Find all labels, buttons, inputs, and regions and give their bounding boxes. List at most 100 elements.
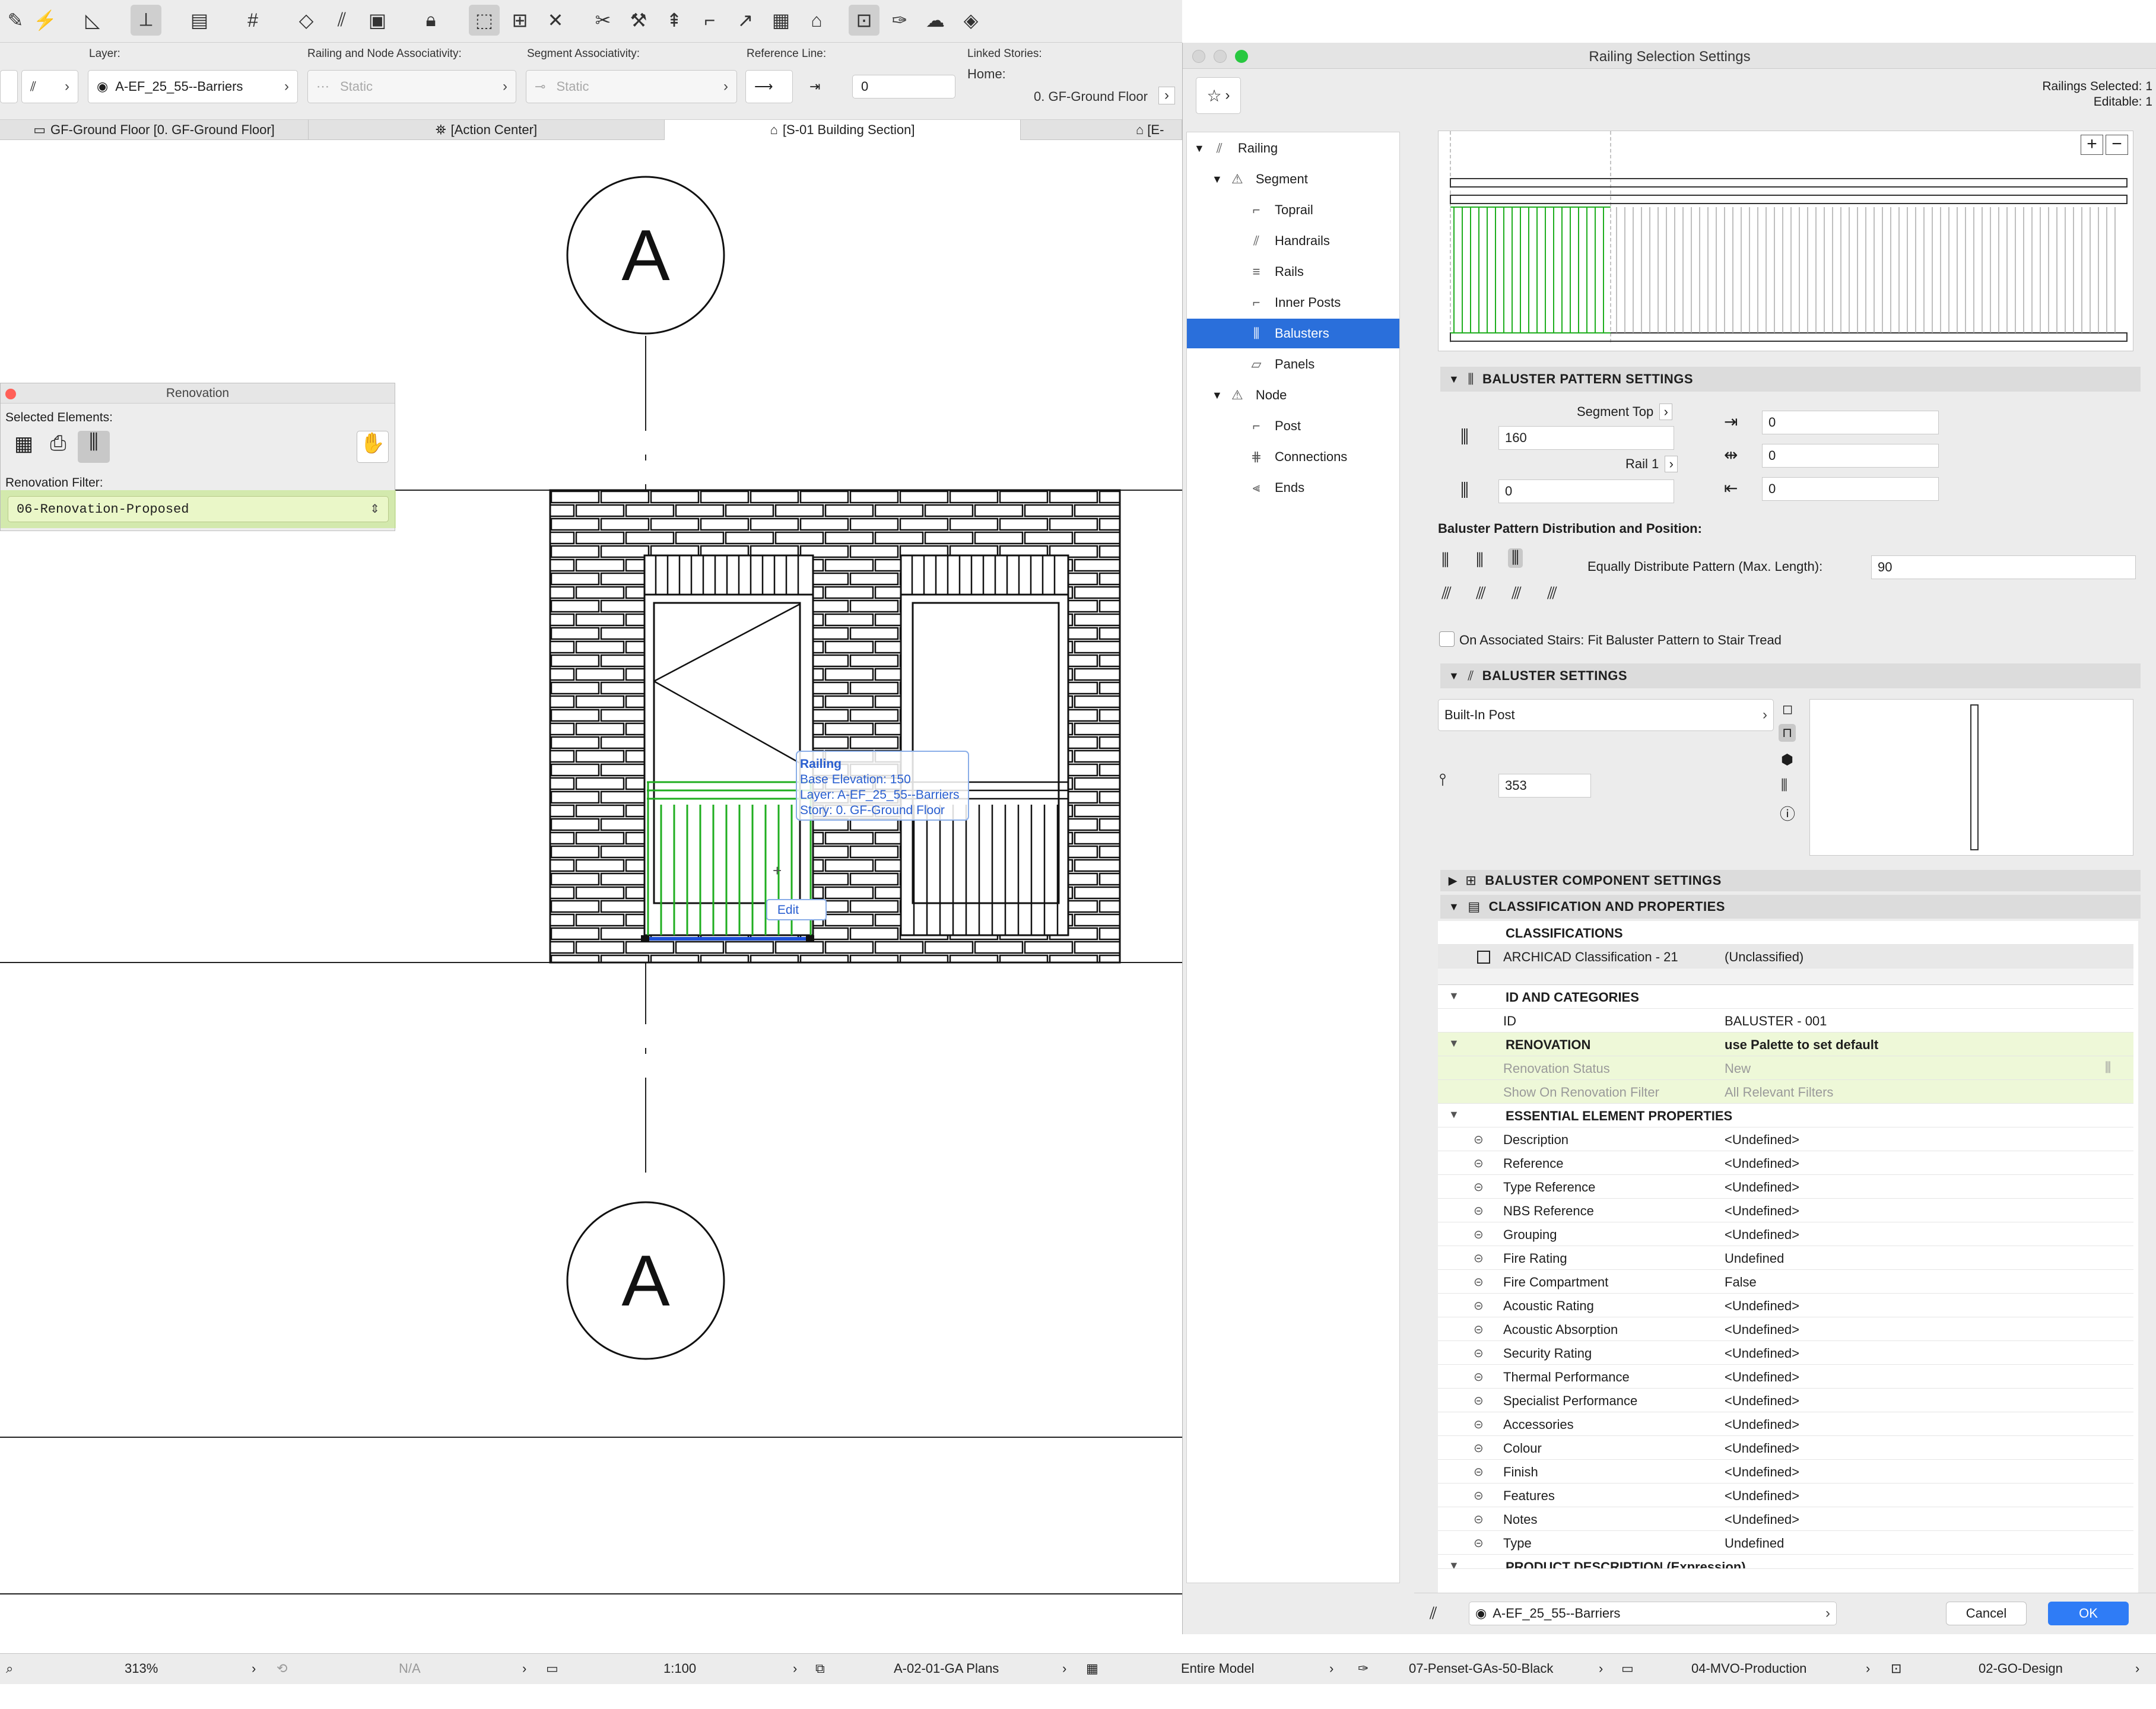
distribute-fixed-icon[interactable]: ⫼ — [1476, 551, 1484, 570]
tree-item-toprail[interactable]: ⌐ Toprail — [1246, 195, 1313, 225]
property-row[interactable]: ⊝ Thermal Performance <Undefined> — [1438, 1365, 2133, 1389]
view-section-icon[interactable]: ⫼ — [1781, 777, 1787, 794]
baluster-settings-header[interactable]: ▼ ⫽ BALUSTER SETTINGS — [1440, 663, 2141, 688]
equally-distribute-input[interactable]: 90 — [1871, 555, 2136, 579]
guide-icon[interactable]: ▤ — [184, 5, 215, 36]
renovation-row[interactable]: ▼ RENOVATION use Palette to set default — [1438, 1033, 2133, 1056]
pattern-settings-header[interactable]: ▼ ⫼ BALUSTER PATTERN SETTINGS — [1440, 367, 2141, 392]
orientation-icon[interactable]: ⟲ — [277, 1661, 287, 1676]
chevron-right-icon[interactable]: › — [793, 1661, 797, 1676]
classification-checkbox[interactable] — [1477, 951, 1490, 964]
zoom-value[interactable]: 313% — [125, 1661, 158, 1676]
tab-building-section[interactable]: ⌂ [S-01 Building Section] — [665, 120, 1021, 140]
home-value[interactable]: 0. GF-Ground Floor — [1034, 89, 1148, 104]
info-icon[interactable]: ⓘ — [1780, 802, 1795, 824]
layer-combo-value[interactable]: A-02-01-GA Plans — [894, 1661, 999, 1676]
distribute-equal-icon[interactable]: ⫼ — [1508, 548, 1523, 568]
house-icon[interactable]: ⌂ — [801, 5, 832, 36]
chevron-right-icon[interactable]: › — [252, 1661, 256, 1676]
property-row[interactable]: ⊝ Fire Rating Undefined — [1438, 1246, 2133, 1270]
offset-end-input[interactable]: 0 — [1762, 477, 1939, 501]
pen-icon[interactable]: ✑ — [1358, 1661, 1368, 1676]
footer-layer-select[interactable]: ◉ A-EF_25_55--Barriers › — [1469, 1602, 1837, 1625]
view-plan-icon[interactable]: ◻ — [1782, 701, 1793, 717]
chevron-right-icon[interactable]: › — [1062, 1661, 1066, 1676]
offset-start-input[interactable]: 0 — [1762, 411, 1939, 434]
zoom-icon[interactable]: ⌕ — [6, 1661, 13, 1676]
property-row[interactable]: ⊝ Notes <Undefined> — [1438, 1507, 2133, 1531]
tree-item-rails[interactable]: ≡ Rails — [1246, 257, 1304, 287]
grid-icon[interactable]: # — [237, 5, 268, 36]
pen-icon[interactable]: ✑ — [884, 5, 915, 36]
refline-direction-button[interactable]: ⟶ — [745, 70, 793, 103]
toggle-button[interactable] — [0, 70, 18, 103]
property-row[interactable]: ⊝ Reference <Undefined> — [1438, 1151, 2133, 1175]
scale-icon[interactable]: ▭ — [546, 1661, 558, 1676]
selection-icon[interactable]: ⊡ — [849, 5, 879, 36]
renovation-filter-row[interactable]: Show On Renovation Filter All Relevant Fi… — [1438, 1080, 2133, 1104]
railing-settings-button[interactable]: ⫽ › — [21, 70, 78, 103]
tree-item-handrails[interactable]: ⫽ Handrails — [1246, 226, 1330, 256]
hand-icon[interactable]: ✋ — [357, 431, 389, 463]
dimension-icon[interactable]: ⊞ — [504, 5, 535, 36]
snap-icon[interactable]: ⟂ — [131, 5, 161, 36]
section-canvas[interactable]: A A Railing Base Elevation: 150 Layer: A… — [0, 140, 1182, 1653]
eraser-icon[interactable]: ◇ — [291, 5, 322, 36]
scale-value[interactable]: 1:100 — [663, 1661, 696, 1676]
design-value[interactable]: 02-GO-Design — [1979, 1661, 2063, 1676]
baluster-height-input[interactable]: 353 — [1498, 774, 1591, 798]
tree-item-ends[interactable]: ⫷ Ends — [1246, 473, 1304, 503]
pencil-icon[interactable]: ✎ — [0, 5, 31, 36]
scroll-divider[interactable] — [1438, 968, 2133, 985]
layer-select[interactable]: ◉ A-EF_25_55--Barriers › — [88, 70, 298, 103]
scissors-icon[interactable]: ✂ — [588, 5, 618, 36]
elements-railing-icon[interactable]: ⫼ — [78, 431, 110, 463]
id-row[interactable]: ID BALUSTER - 001 — [1438, 1009, 2133, 1033]
cloud-icon[interactable]: ☁ — [920, 5, 951, 36]
chevron-right-icon[interactable]: › — [522, 1661, 526, 1676]
mvo-icon[interactable]: ▭ — [1621, 1661, 1634, 1676]
corner-icon[interactable]: ⌐ — [694, 5, 725, 36]
property-row[interactable]: ⊝ Features <Undefined> — [1438, 1484, 2133, 1507]
chevron-right-icon[interactable]: › — [1158, 87, 1175, 104]
tab-elevation[interactable]: ⌂ [E- — [1021, 120, 1182, 140]
product-description-row[interactable]: ▼ PRODUCT DESCRIPTION (Expression) — [1438, 1555, 2133, 1569]
property-row[interactable]: ⊝ Acoustic Rating <Undefined> — [1438, 1294, 2133, 1317]
chevron-right-icon[interactable]: › — [1866, 1661, 1870, 1676]
magic-wand-icon[interactable]: ⚡ — [30, 5, 61, 36]
property-row[interactable]: ⊝ Type Reference <Undefined> — [1438, 1175, 2133, 1199]
segment-top-label[interactable]: Segment Top › — [1577, 404, 1673, 420]
position-start-icon[interactable]: ⫻ — [1441, 584, 1452, 603]
layers-icon[interactable]: ⧉ — [815, 1661, 825, 1676]
property-row[interactable]: ⊝ Finish <Undefined> — [1438, 1460, 2133, 1484]
position-end-icon[interactable]: ⫻ — [1547, 584, 1557, 603]
id-categories-row[interactable]: ▼ ID AND CATEGORIES — [1438, 985, 2133, 1009]
lock-icon[interactable]: 🔒︎ — [415, 5, 446, 36]
property-row[interactable]: ⊝ Grouping <Undefined> — [1438, 1222, 2133, 1246]
eye-icon[interactable]: ◈ — [955, 5, 986, 36]
ok-button[interactable]: OK — [2048, 1602, 2129, 1625]
dimension-icon[interactable]: ⊡ — [1891, 1661, 1901, 1676]
rail1-label[interactable]: Rail 1 › — [1625, 456, 1678, 472]
measure-icon[interactable]: ◺ — [77, 5, 108, 36]
adjust-icon[interactable]: ⇞ — [659, 5, 690, 36]
tree-item-balusters[interactable]: ⫼ Balusters — [1187, 319, 1399, 348]
refline-offset-icon[interactable]: ⇥ — [801, 70, 849, 103]
tree-item-inner-posts[interactable]: ⌐ Inner Posts — [1246, 288, 1341, 317]
chevron-right-icon[interactable]: › — [1599, 1661, 1603, 1676]
tree-item-panels[interactable]: ▱ Panels — [1246, 350, 1315, 379]
position-both-icon[interactable]: ⫻ — [1512, 584, 1522, 603]
railing-icon[interactable]: ⫽ — [326, 5, 357, 36]
mvo-value[interactable]: 04-MVO-Production — [1691, 1661, 1806, 1676]
position-center-icon[interactable]: ⫻ — [1476, 584, 1486, 603]
elements-wall-icon[interactable]: ▦ — [9, 432, 39, 462]
box-icon[interactable]: ▣ — [362, 5, 393, 36]
cross-icon[interactable]: ✕ — [540, 5, 571, 36]
classification-header[interactable]: ▼ ▤ CLASSIFICATION AND PROPERTIES — [1440, 895, 2141, 919]
segment-top-input[interactable]: 160 — [1498, 426, 1674, 450]
curve-icon[interactable]: ↗ — [730, 5, 761, 36]
spacing-input[interactable]: 0 — [1762, 444, 1939, 468]
penset-value[interactable]: 07-Penset-GAs-50-Black — [1409, 1661, 1553, 1676]
model-view-icon[interactable]: ▦ — [1086, 1661, 1098, 1676]
renovation-filter-select[interactable]: 06-Renovation-Proposed ⇕ — [8, 496, 389, 522]
